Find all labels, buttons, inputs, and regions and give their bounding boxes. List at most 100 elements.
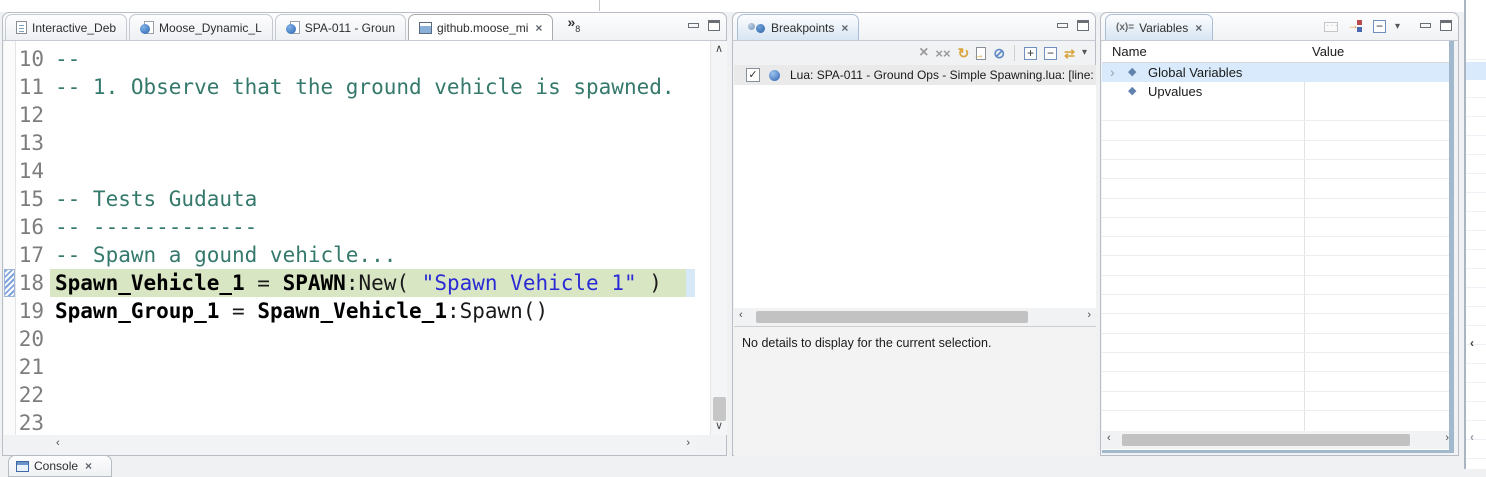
- code-segment: -- Spawn a gound vehicle...: [55, 243, 396, 267]
- minimize-icon[interactable]: [688, 23, 699, 28]
- breakpoint-label: Lua: SPA-011 - Ground Ops - Simple Spawn…: [790, 65, 1094, 85]
- code-line-22[interactable]: [50, 381, 709, 409]
- editor-tab-moose-dynamic-l[interactable]: Moose_Dynamic_L: [129, 14, 273, 40]
- horizontal-scrollbar-thumb[interactable]: [756, 311, 1028, 323]
- scroll-left-icon[interactable]: ‹: [739, 310, 743, 321]
- editor-tab-overflow-chevron[interactable]: »8: [567, 17, 580, 34]
- remove-all-breakpoints-button[interactable]: ××: [935, 47, 950, 60]
- code-line-20[interactable]: [50, 325, 709, 353]
- close-icon[interactable]: ×: [85, 461, 92, 471]
- minimize-icon[interactable]: [1420, 23, 1431, 28]
- column-header-value[interactable]: Value: [1312, 44, 1344, 59]
- scroll-left-icon[interactable]: ‹: [1107, 433, 1111, 444]
- maximize-icon[interactable]: [1077, 20, 1089, 31]
- go-to-file-button[interactable]: [976, 47, 986, 60]
- scroll-right-icon[interactable]: ›: [1445, 433, 1449, 444]
- show-logical-structure-button[interactable]: [1347, 20, 1364, 33]
- line-number: 14: [17, 157, 44, 185]
- code-line-18[interactable]: Spawn_Vehicle_1 = SPAWN:New( "Spawn Vehi…: [50, 269, 709, 297]
- code-line-23[interactable]: [50, 409, 709, 435]
- maximize-icon[interactable]: [1440, 20, 1452, 31]
- scroll-down-icon[interactable]: ∨: [715, 421, 723, 432]
- variable-row-global-variables[interactable]: › ◆ Global Variables: [1102, 63, 1449, 82]
- scroll-left-icon[interactable]: ‹: [1470, 336, 1474, 350]
- horizontal-scrollbar-thumb[interactable]: [1122, 434, 1410, 446]
- collapse-all-button[interactable]: −: [1373, 20, 1386, 33]
- variable-name: Global Variables: [1148, 63, 1242, 82]
- variables-toolbar: −▾: [1324, 20, 1400, 33]
- expand-chevron-icon[interactable]: ›: [1110, 63, 1115, 82]
- tab-variables[interactable]: (x)= Variables ×: [1105, 14, 1213, 40]
- expand-all-button[interactable]: +: [1024, 47, 1037, 60]
- tab-console[interactable]: Console ×: [8, 455, 112, 477]
- editor-tab-interactive-deb[interactable]: Interactive_Deb: [5, 14, 127, 40]
- code-line-13[interactable]: [50, 129, 709, 157]
- scroll-left-icon[interactable]: ‹: [56, 438, 60, 449]
- code-line-14[interactable]: [50, 157, 709, 185]
- variable-row-upvalues[interactable]: ◆Upvalues: [1102, 82, 1449, 101]
- minimize-icon[interactable]: [1057, 23, 1068, 28]
- vertical-scrollbar-thumb[interactable]: [713, 397, 726, 421]
- code-line-21[interactable]: [50, 353, 709, 381]
- scroll-right-icon[interactable]: ›: [686, 438, 690, 449]
- editor-horizontal-scrollbar[interactable]: ‹ ›: [50, 435, 696, 454]
- collapse-all-button[interactable]: −: [1044, 47, 1057, 60]
- code-line-17[interactable]: -- Spawn a gound vehicle...: [50, 241, 709, 269]
- maximize-icon[interactable]: [708, 20, 720, 31]
- code-line-10[interactable]: --: [50, 45, 709, 73]
- scroll-right-icon[interactable]: ›: [1087, 310, 1091, 321]
- grid-line: [1102, 352, 1454, 353]
- editor-vertical-scrollbar[interactable]: ∧ ∨: [710, 41, 727, 435]
- view-menu-button[interactable]: ▾: [1395, 22, 1400, 32]
- breakpoint-ball-icon: [769, 70, 780, 81]
- grid-lines: [1466, 41, 1486, 469]
- editor-tab-spa-011-groun[interactable]: SPA-011 - Groun: [275, 14, 406, 40]
- editor-tabbar: Interactive_Deb Moose_Dynamic_L SPA-011 - …: [3, 13, 726, 41]
- tab-breakpoints[interactable]: Breakpoints ×: [737, 14, 859, 40]
- variables-header-row: Name Value: [1102, 41, 1449, 63]
- scroll-left-icon[interactable]: ‹: [1470, 430, 1474, 444]
- code-segment: SPAWN: [283, 271, 346, 295]
- selected-row-remnant: [1466, 62, 1486, 80]
- close-icon[interactable]: ×: [1195, 23, 1202, 33]
- grid-line: [1102, 140, 1454, 141]
- code-line-16[interactable]: -- -------------: [50, 213, 709, 241]
- tab-label: github.moose_mi: [437, 21, 528, 35]
- breakpoints-horizontal-scrollbar[interactable]: ‹ ›: [734, 308, 1096, 326]
- variable-diamond-icon: ◆: [1128, 63, 1136, 82]
- code-segment: ): [637, 271, 662, 295]
- tab-label: SPA-011 - Groun: [305, 21, 395, 35]
- breakpoints-list[interactable]: ✓ Lua: SPA-011 - Ground Ops - Simple Spaw…: [734, 65, 1096, 308]
- line-number-ruler[interactable]: 1011121314151617181920212223: [17, 45, 50, 435]
- close-icon[interactable]: ×: [535, 23, 542, 33]
- line-number: 16: [17, 213, 44, 241]
- code-line-11[interactable]: -- 1. Observe that the ground vehicle is…: [50, 73, 709, 101]
- close-icon[interactable]: ×: [841, 23, 848, 33]
- variable-name: Upvalues: [1148, 82, 1202, 101]
- annotation-ruler[interactable]: [4, 41, 16, 435]
- code-line-19[interactable]: Spawn_Group_1 = Spawn_Vehicle_1:Spawn(): [50, 297, 709, 325]
- grid-line: [1102, 294, 1454, 295]
- grid-line: [1102, 217, 1454, 218]
- breakpoint-checkbox[interactable]: ✓: [746, 68, 760, 82]
- skip-all-breakpoints-button[interactable]: ⊘: [993, 46, 1005, 60]
- variables-rows: › ◆ Global Variables◆Upvalues: [1102, 63, 1449, 101]
- lua-file-icon: [140, 21, 154, 34]
- code-editor[interactable]: 1011121314151617181920212223 ---- 1. Obs…: [4, 41, 727, 435]
- view-menu-button[interactable]: ▾: [1082, 48, 1087, 58]
- line-number: 21: [17, 353, 44, 381]
- remove-breakpoint-button[interactable]: ×: [919, 45, 928, 61]
- tab-label: Moose_Dynamic_L: [159, 21, 262, 35]
- variables-horizontal-scrollbar[interactable]: ‹ ›: [1102, 431, 1454, 449]
- show-breakpoints-for-target-button[interactable]: ↻: [958, 46, 970, 60]
- code-lines[interactable]: ---- 1. Observe that the ground vehicle …: [50, 45, 709, 435]
- scroll-up-icon[interactable]: ∧: [715, 44, 723, 55]
- link-with-debug-view-button[interactable]: ⇄: [1064, 47, 1075, 60]
- code-line-12[interactable]: [50, 101, 709, 129]
- editor-tab-github-moose-mi[interactable]: github.moose_mi ×: [408, 14, 553, 40]
- code-line-15[interactable]: -- Tests Gudauta: [50, 185, 709, 213]
- code-segment: Spawn_Vehicle_1: [55, 271, 245, 295]
- column-header-name[interactable]: Name: [1112, 44, 1147, 59]
- breakpoint-row[interactable]: ✓ Lua: SPA-011 - Ground Ops - Simple Spaw…: [734, 65, 1096, 85]
- variables-tree[interactable]: Name Value › ◆ Global Variables◆Upvalues ‹…: [1102, 41, 1454, 453]
